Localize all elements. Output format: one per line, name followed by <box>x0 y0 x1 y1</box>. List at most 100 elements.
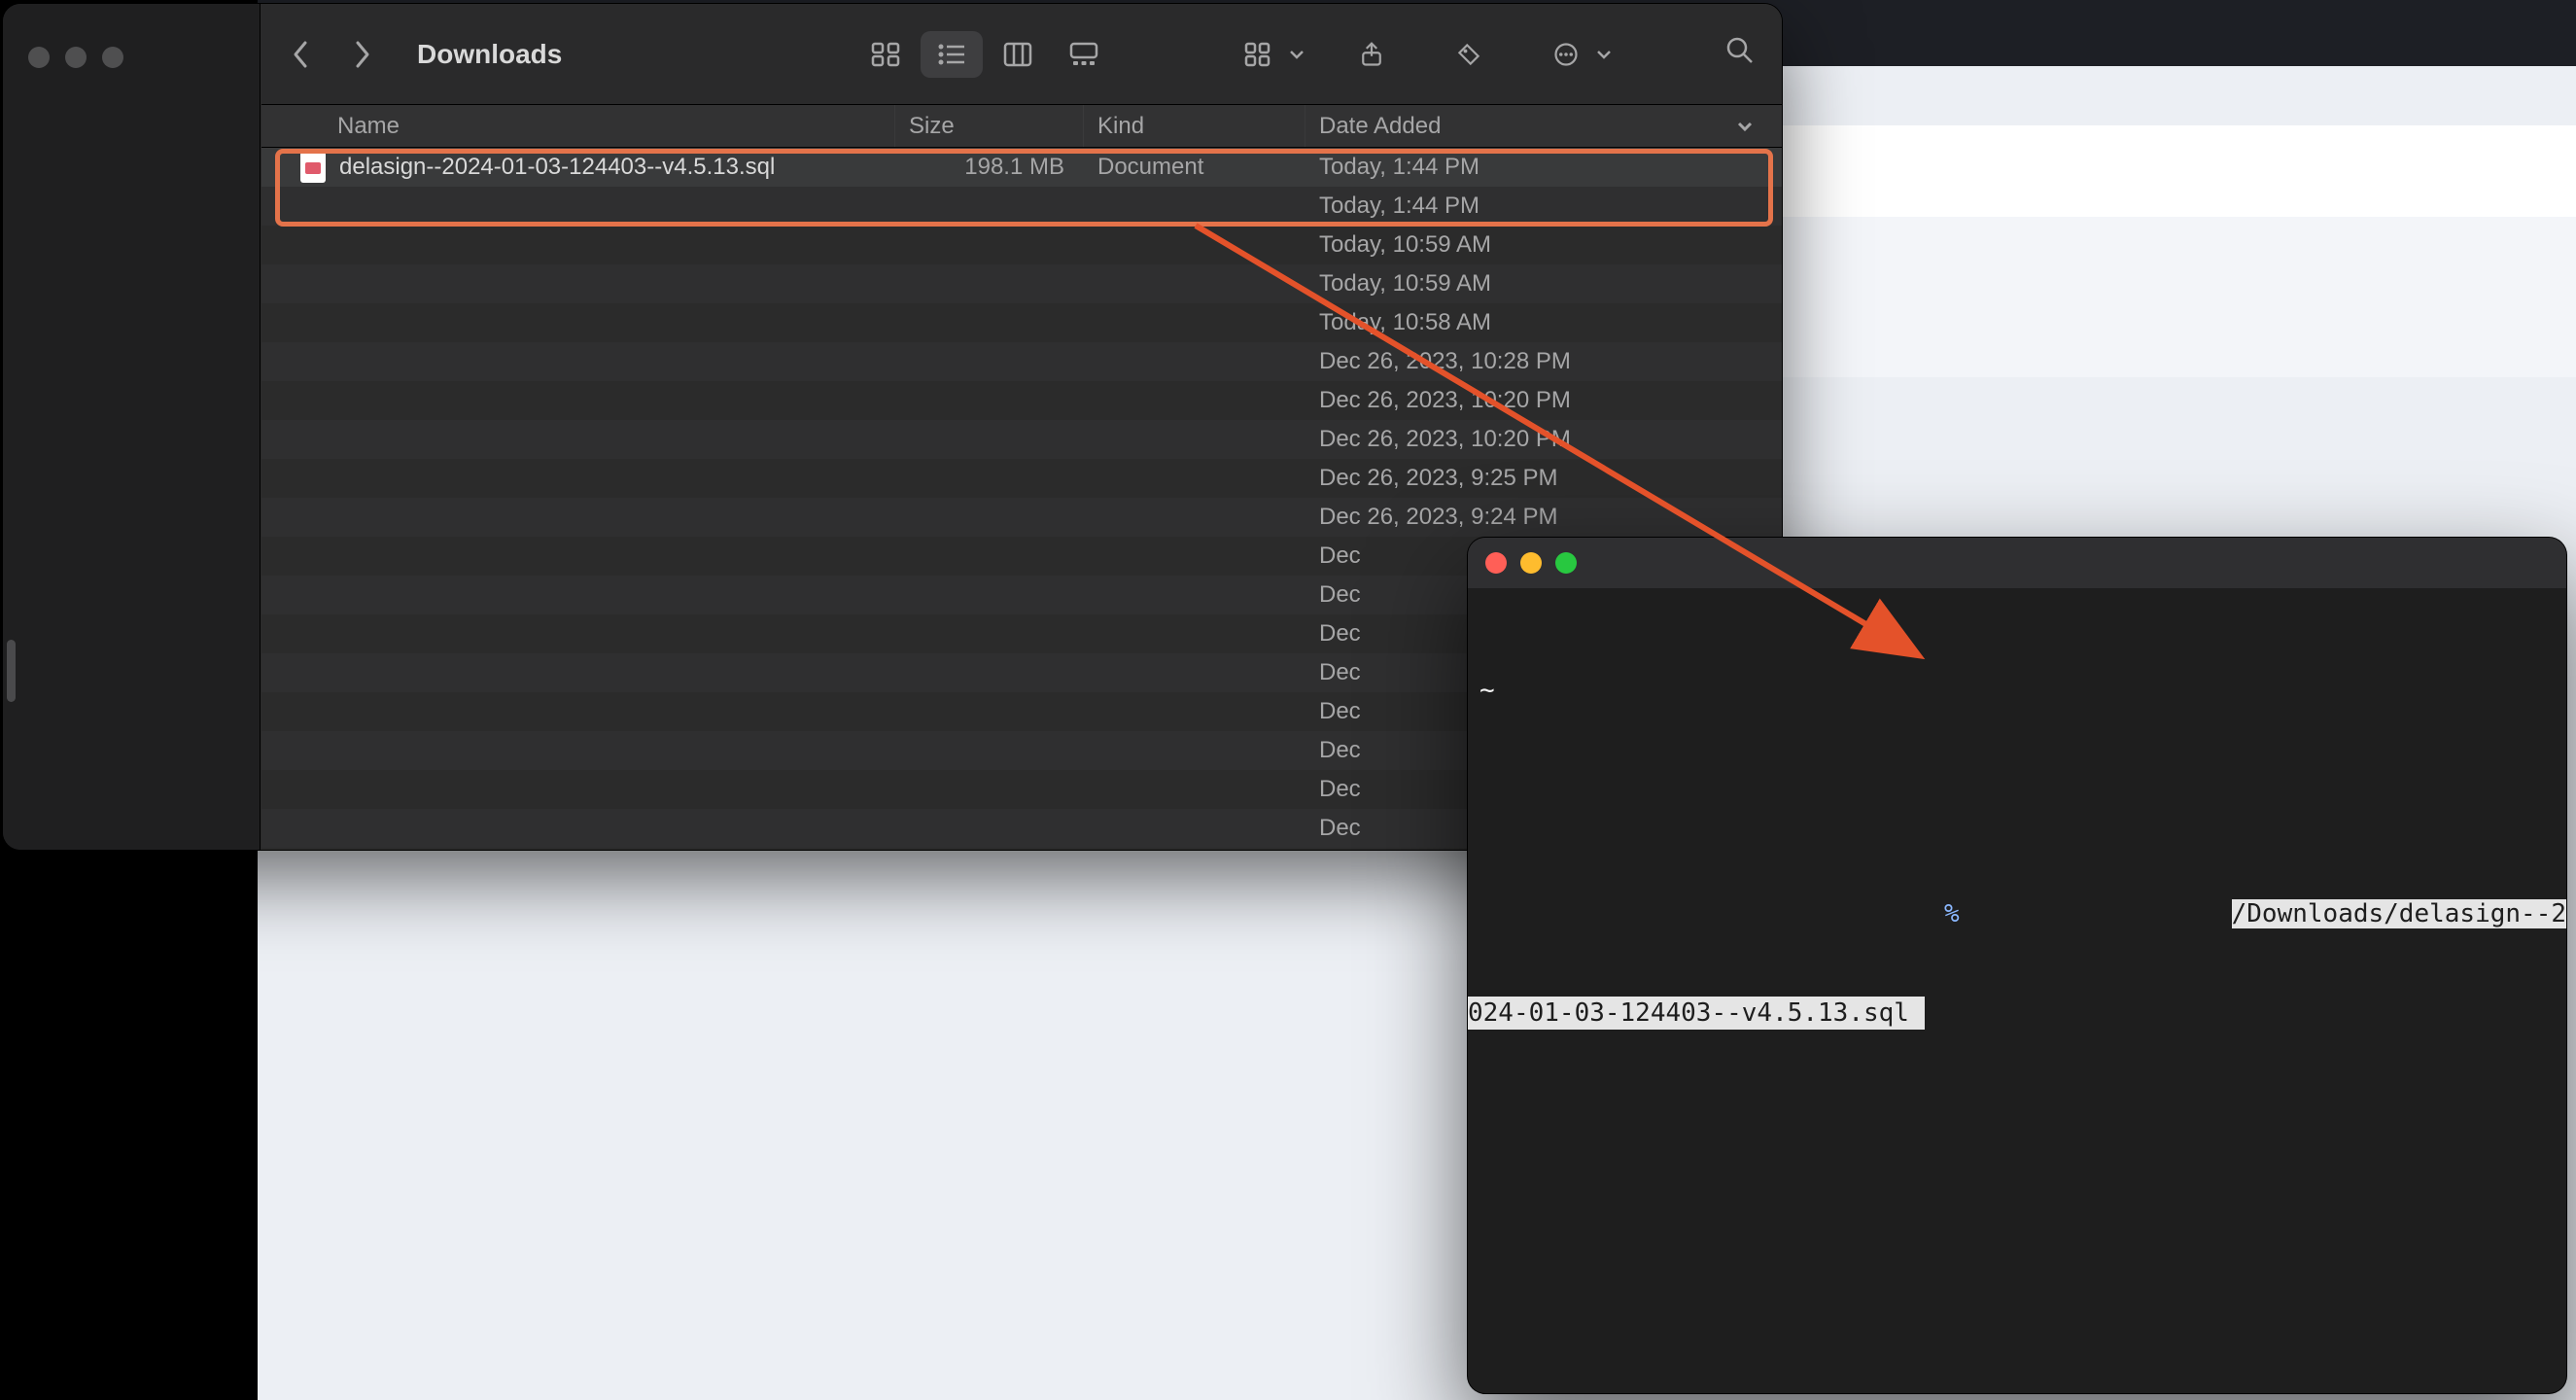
chevron-down-icon <box>1735 117 1755 136</box>
cell-name <box>261 187 895 226</box>
cell-size <box>895 576 1084 614</box>
cell-name <box>261 576 895 614</box>
cell-kind <box>1084 576 1305 614</box>
terminal-prompt-line-2: 024-01-03-124403--v4.5.13.sql <box>1468 997 2566 1030</box>
cell-size <box>895 770 1084 809</box>
cell-name <box>261 653 895 692</box>
cell-name <box>261 264 895 303</box>
terminal-path-left: 024-01-03-124403--v4.5.13.sql <box>1468 997 1925 1030</box>
cell-kind <box>1084 342 1305 381</box>
prompt-symbol: % <box>1944 897 1960 930</box>
table-row[interactable]: Dec 26, 2023, 10:20 PM <box>261 420 1782 459</box>
cell-name <box>261 342 895 381</box>
finder-sidebar <box>3 4 261 850</box>
column-date-label: Date Added <box>1319 113 1441 140</box>
table-row[interactable]: delasign--2024-01-03-124403--v4.5.13.sql… <box>261 148 1782 187</box>
table-row[interactable]: Today, 1:44 PM <box>261 187 1782 226</box>
terminal-path-right: /Downloads/delasign--2 <box>2232 899 2566 928</box>
cell-kind <box>1084 459 1305 498</box>
cell-kind <box>1084 187 1305 226</box>
cell-name <box>261 226 895 264</box>
maximize-button[interactable] <box>102 47 123 68</box>
column-kind[interactable]: Kind <box>1084 105 1305 147</box>
cell-kind: Document <box>1084 148 1305 187</box>
cell-size <box>895 537 1084 576</box>
search-button[interactable] <box>1725 36 1755 72</box>
cell-kind <box>1084 809 1305 848</box>
file-name: delasign--2024-01-03-124403--v4.5.13.sql <box>339 154 775 181</box>
close-button[interactable] <box>28 47 50 68</box>
cell-size <box>895 692 1084 731</box>
cell-kind <box>1084 381 1305 420</box>
cell-name <box>261 537 895 576</box>
chevron-down-icon <box>1288 46 1305 63</box>
column-name[interactable]: Name <box>261 105 895 147</box>
cell-size <box>895 498 1084 537</box>
maximize-button[interactable] <box>1555 552 1577 574</box>
table-row[interactable]: Today, 10:59 AM <box>261 226 1782 264</box>
actions-button[interactable] <box>1535 31 1613 78</box>
cell-size <box>895 420 1084 459</box>
gallery-view-button[interactable] <box>1053 31 1115 78</box>
cell-size <box>895 809 1084 848</box>
cell-date: Today, 1:44 PM <box>1305 148 1782 187</box>
table-row[interactable]: Dec 26, 2023, 10:20 PM <box>261 381 1782 420</box>
terminal-tilde: ~ <box>1468 674 1495 707</box>
column-date-added[interactable]: Date Added <box>1305 105 1782 147</box>
minimize-button[interactable] <box>65 47 87 68</box>
share-button[interactable] <box>1340 31 1403 78</box>
nav-group <box>289 37 374 72</box>
terminal-body[interactable]: ~ % /Downloads/delasign--2 024-01-03-124… <box>1468 588 2566 1096</box>
cell-size <box>895 459 1084 498</box>
column-headers: Name Size Kind Date Added <box>261 105 1782 148</box>
cell-kind <box>1084 770 1305 809</box>
table-row[interactable]: Dec 26, 2023, 10:28 PM <box>261 342 1782 381</box>
cell-kind <box>1084 731 1305 770</box>
cell-date: Dec 26, 2023, 10:28 PM <box>1305 342 1782 381</box>
chevron-down-icon <box>1595 46 1613 63</box>
group-by-button[interactable] <box>1228 31 1305 78</box>
terminal-titlebar <box>1468 538 2566 588</box>
table-row[interactable]: Dec 26, 2023, 9:24 PM <box>261 498 1782 537</box>
window-title: Downloads <box>417 39 562 70</box>
close-button[interactable] <box>1485 552 1507 574</box>
table-row[interactable]: Today, 10:58 AM <box>261 303 1782 342</box>
cell-name <box>261 303 895 342</box>
cell-size <box>895 614 1084 653</box>
table-row[interactable]: Dec 26, 2023, 9:25 PM <box>261 459 1782 498</box>
back-icon[interactable] <box>289 37 314 72</box>
cell-kind <box>1084 614 1305 653</box>
cell-size <box>895 653 1084 692</box>
cell-date: Dec 26, 2023, 10:20 PM <box>1305 381 1782 420</box>
cell-kind <box>1084 420 1305 459</box>
view-mode-group <box>854 31 1115 78</box>
list-view-button[interactable] <box>921 31 983 78</box>
sidebar-resize-handle[interactable] <box>7 640 16 702</box>
cell-kind <box>1084 264 1305 303</box>
cell-name <box>261 731 895 770</box>
forward-icon[interactable] <box>349 37 374 72</box>
minimize-button[interactable] <box>1520 552 1542 574</box>
icon-view-button[interactable] <box>854 31 917 78</box>
document-icon <box>300 152 326 183</box>
cell-kind <box>1084 653 1305 692</box>
cell-date: Dec 26, 2023, 10:20 PM <box>1305 420 1782 459</box>
column-view-button[interactable] <box>987 31 1049 78</box>
column-size[interactable]: Size <box>895 105 1084 147</box>
cell-date: Today, 10:58 AM <box>1305 303 1782 342</box>
terminal-window[interactable]: ~ % /Downloads/delasign--2 024-01-03-124… <box>1468 538 2566 1393</box>
cell-date: Today, 10:59 AM <box>1305 226 1782 264</box>
table-row[interactable]: Today, 10:59 AM <box>261 264 1782 303</box>
cell-name <box>261 809 895 848</box>
terminal-line: ~ <box>1468 674 2566 707</box>
cell-size <box>895 264 1084 303</box>
cell-size <box>895 381 1084 420</box>
cell-size <box>895 342 1084 381</box>
cell-date: Today, 10:59 AM <box>1305 264 1782 303</box>
cell-name <box>261 498 895 537</box>
cell-kind <box>1084 537 1305 576</box>
cell-kind <box>1084 303 1305 342</box>
cell-name <box>261 770 895 809</box>
tags-button[interactable] <box>1438 31 1500 78</box>
window-controls <box>28 47 123 68</box>
